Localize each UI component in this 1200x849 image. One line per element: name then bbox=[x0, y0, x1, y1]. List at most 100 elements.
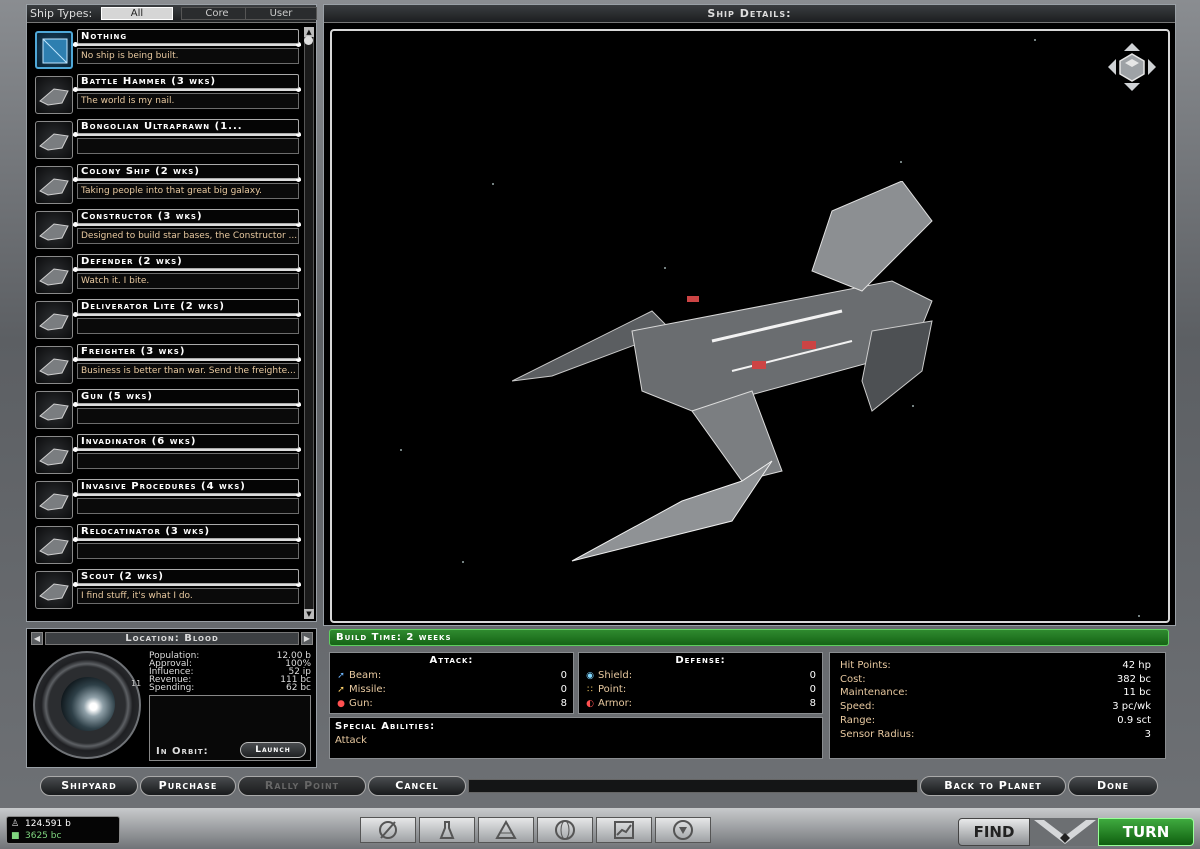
ship-thumbnail-icon[interactable] bbox=[35, 166, 73, 204]
ship-details-panel: Ship Details: bbox=[323, 4, 1176, 626]
ship-name: Nothing bbox=[77, 29, 299, 44]
connector-line bbox=[73, 357, 301, 362]
orbit-box: In Orbit: Launch bbox=[149, 695, 311, 761]
scroll-down-arrow-icon[interactable]: ▼ bbox=[304, 609, 314, 619]
ship-stat-row: Range: 0.9 sct bbox=[840, 714, 1151, 727]
ship-list-item[interactable]: Scout (2 wks) I find stuff, it's what I d… bbox=[31, 569, 301, 614]
ship-thumbnail-icon[interactable] bbox=[35, 31, 73, 69]
races-icon[interactable] bbox=[655, 817, 711, 843]
connector-line bbox=[73, 177, 301, 182]
find-button[interactable]: FIND bbox=[958, 818, 1030, 846]
ship-stat-label: Sensor Radius: bbox=[840, 728, 915, 740]
government-icon[interactable] bbox=[360, 817, 416, 843]
star bbox=[400, 449, 402, 451]
ship-list-item[interactable]: Relocatinator (3 wks) bbox=[31, 524, 301, 569]
ship-description bbox=[77, 138, 299, 154]
ship-thumbnail-icon[interactable] bbox=[35, 256, 73, 294]
ship-name: Gun (5 wks) bbox=[77, 389, 299, 404]
connector-line bbox=[73, 582, 301, 587]
gun-icon: ● bbox=[337, 699, 345, 709]
population-icon: ♙ bbox=[11, 819, 20, 829]
tab-user[interactable]: User bbox=[245, 7, 317, 20]
ship-name: Bongolian Ultraprawn (1... bbox=[77, 119, 299, 134]
ship-list-scrollbar[interactable]: ▲ ▼ bbox=[304, 27, 314, 619]
attack-label: Gun: bbox=[349, 698, 373, 709]
ship-list-item[interactable]: Defender (2 wks) Watch it. I bite. bbox=[31, 254, 301, 299]
rotate-view-icon[interactable] bbox=[1106, 41, 1158, 93]
ship-stat-row: Cost: 382 bc bbox=[840, 673, 1151, 686]
ship-description: Designed to build star bases, the Constr… bbox=[77, 228, 299, 244]
shipyard-button[interactable]: Shipyard bbox=[40, 776, 138, 796]
defense-label: Shield: bbox=[598, 670, 633, 681]
in-orbit-label: In Orbit: bbox=[156, 746, 209, 757]
ship-stat-label: Range: bbox=[840, 714, 876, 726]
ship-name: Relocatinator (3 wks) bbox=[77, 524, 299, 539]
ship-thumbnail-icon[interactable] bbox=[35, 76, 73, 114]
defense-title: Defense: bbox=[675, 655, 726, 666]
ship-thumbnail-icon[interactable] bbox=[35, 526, 73, 564]
ship-description bbox=[77, 318, 299, 334]
ship-list-item[interactable]: Bongolian Ultraprawn (1... bbox=[31, 119, 301, 164]
ship-list-item[interactable]: Gun (5 wks) bbox=[31, 389, 301, 434]
planet-view[interactable]: 11 bbox=[33, 651, 141, 759]
ship-thumbnail-icon[interactable] bbox=[35, 211, 73, 249]
connector-line bbox=[73, 132, 301, 137]
ship-thumbnail-icon[interactable] bbox=[35, 346, 73, 384]
ship-list-item[interactable]: Nothing No ship is being built. bbox=[31, 29, 301, 74]
ship-name: Battle Hammer (3 wks) bbox=[77, 74, 299, 89]
turn-button[interactable]: TURN bbox=[1098, 818, 1194, 846]
defense-row: ◐ Armor: 8 bbox=[585, 697, 816, 710]
defense-value: 0 bbox=[809, 684, 816, 695]
back-to-planet-button[interactable]: Back to Planet bbox=[920, 776, 1066, 796]
ship-stat-value: 11 bc bbox=[1123, 687, 1151, 699]
rally-point-button[interactable]: Rally Point bbox=[238, 776, 366, 796]
scroll-thumb[interactable] bbox=[304, 36, 313, 45]
attack-value: 0 bbox=[560, 684, 567, 695]
galaxy-icon[interactable] bbox=[537, 817, 593, 843]
ship-thumbnail-icon[interactable] bbox=[35, 391, 73, 429]
tab-all[interactable]: All bbox=[101, 7, 173, 20]
planets-icon[interactable] bbox=[478, 817, 534, 843]
location-title: Location: Blood bbox=[45, 632, 299, 645]
ship-thumbnail-icon[interactable] bbox=[35, 481, 73, 519]
cancel-button[interactable]: Cancel bbox=[368, 776, 466, 796]
prev-planet-arrow-icon[interactable]: ◀ bbox=[31, 632, 43, 645]
tab-core[interactable]: Core bbox=[181, 7, 253, 20]
defense-label: Point: bbox=[598, 684, 627, 695]
launch-button[interactable]: Launch bbox=[240, 742, 306, 758]
connector-line bbox=[73, 537, 301, 542]
ship-list-item[interactable]: Colony Ship (2 wks) Taking people into th… bbox=[31, 164, 301, 209]
ship-stat-value: 0.9 sct bbox=[1117, 714, 1151, 726]
ship-list-item[interactable]: Invadinator (6 wks) bbox=[31, 434, 301, 479]
ship-stat-value: 382 bc bbox=[1116, 673, 1151, 685]
ship-name: Colony Ship (2 wks) bbox=[77, 164, 299, 179]
ship-list-item[interactable]: Invasive Procedures (4 wks) bbox=[31, 479, 301, 524]
treasury-box: ♙ 124.591 b ■ 3625 bc bbox=[6, 816, 120, 844]
credits-value: 124.591 b bbox=[25, 819, 71, 829]
ship-thumbnail-icon[interactable] bbox=[35, 301, 73, 339]
graphs-icon[interactable] bbox=[596, 817, 652, 843]
ship-viewport[interactable] bbox=[330, 29, 1170, 623]
attack-box: Attack: ➚ Beam: 0 ➚ Missile: 0 ● Gun: 8 bbox=[329, 652, 574, 714]
ship-stats-box: Hit Points: 42 hp Cost: 382 bc Maintenance: 1… bbox=[829, 652, 1166, 759]
defense-value: 0 bbox=[809, 670, 816, 681]
special-abilities-value: Attack bbox=[335, 735, 367, 746]
ship-list-item[interactable]: Battle Hammer (3 wks) The world is my nai… bbox=[31, 74, 301, 119]
next-planet-arrow-icon[interactable]: ▶ bbox=[301, 632, 313, 645]
ship-stat-row: Hit Points: 42 hp bbox=[840, 659, 1151, 672]
ship-thumbnail-icon[interactable] bbox=[35, 436, 73, 474]
done-button[interactable]: Done bbox=[1068, 776, 1158, 796]
attack-row: ➚ Missile: 0 bbox=[336, 683, 567, 696]
ship-name: Freighter (3 wks) bbox=[77, 344, 299, 359]
ship-stat-row: Speed: 3 pc/wk bbox=[840, 700, 1151, 713]
star bbox=[1138, 615, 1140, 617]
ship-thumbnail-icon[interactable] bbox=[35, 571, 73, 609]
connector-line bbox=[73, 447, 301, 452]
ship-list-item[interactable]: Freighter (3 wks) Business is better than… bbox=[31, 344, 301, 389]
ship-list-item[interactable]: Constructor (3 wks) Designed to build sta… bbox=[31, 209, 301, 254]
ship-thumbnail-icon[interactable] bbox=[35, 121, 73, 159]
purchase-button[interactable]: Purchase bbox=[140, 776, 236, 796]
research-icon[interactable] bbox=[419, 817, 475, 843]
ship-list-item[interactable]: Deliverator Lite (2 wks) bbox=[31, 299, 301, 344]
ship-stat-value: 3 pc/wk bbox=[1112, 701, 1151, 713]
